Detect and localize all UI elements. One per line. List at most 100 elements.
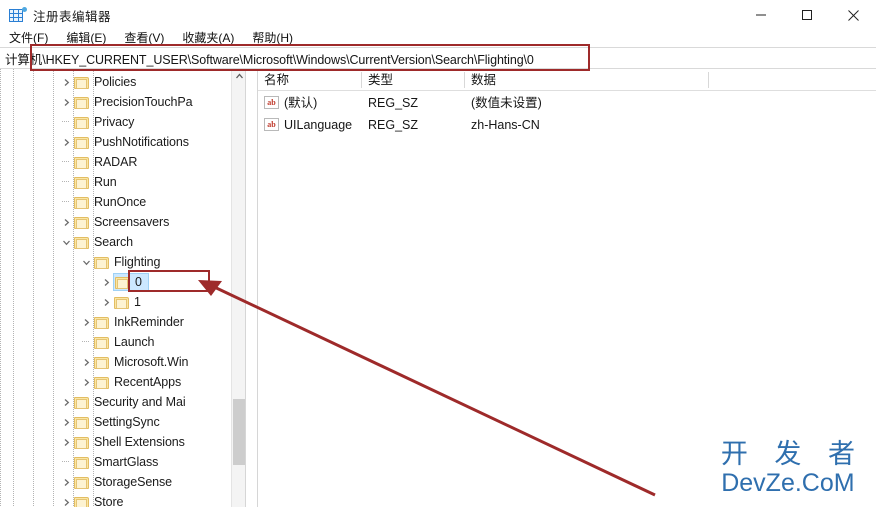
tree-item-label: Screensavers xyxy=(94,215,170,229)
tree-item-launch[interactable]: Launch xyxy=(0,332,245,352)
tree-item-content[interactable]: Launch xyxy=(94,332,155,352)
tree-item-label: RADAR xyxy=(94,155,138,169)
tree-item-shell-extensions[interactable]: Shell Extensions xyxy=(0,432,245,452)
list-column-headers: 名称 类型 数据 xyxy=(258,69,876,91)
address-bar[interactable]: 计算机\HKEY_CURRENT_USER\Software\Microsoft… xyxy=(0,47,876,69)
tree-item-run[interactable]: Run xyxy=(0,172,245,192)
tree-item-smartglass[interactable]: SmartGlass xyxy=(0,452,245,472)
chevron-right-icon[interactable] xyxy=(58,492,74,507)
value-cell-type: REG_SZ xyxy=(368,118,419,132)
tree-item-radar[interactable]: RADAR xyxy=(0,152,245,172)
minimize-button[interactable] xyxy=(738,0,784,30)
tree-item-selection[interactable]: 0 xyxy=(113,273,149,291)
tree-item-privacy[interactable]: Privacy xyxy=(0,112,245,132)
menu-item-edit[interactable]: 编辑(E) xyxy=(57,30,115,47)
tree-item-label: Search xyxy=(94,235,134,249)
tree-item-screensavers[interactable]: Screensavers xyxy=(0,212,245,232)
tree-item-policies[interactable]: Policies xyxy=(0,72,245,92)
menu-item-file[interactable]: 文件(F) xyxy=(0,30,57,47)
tree-item-content[interactable]: StorageSense xyxy=(74,472,172,492)
tree-item-store[interactable]: Store xyxy=(0,492,245,507)
column-divider[interactable] xyxy=(708,72,709,88)
close-button[interactable] xyxy=(830,0,876,30)
tree-item-label: Policies xyxy=(94,75,137,89)
tree-item-microsoft-win[interactable]: Microsoft.Win xyxy=(0,352,245,372)
value-row[interactable]: ab UILanguage REG_SZ zh-Hans-CN xyxy=(258,114,876,136)
tree-item-content[interactable]: PrecisionTouchPa xyxy=(74,92,193,112)
tree-item-content[interactable]: Shell Extensions xyxy=(74,432,185,452)
tree-item-content[interactable]: SettingSync xyxy=(74,412,160,432)
tree-item-recentapps[interactable]: RecentApps xyxy=(0,372,245,392)
chevron-right-icon[interactable] xyxy=(58,212,74,232)
tree-item-content[interactable]: Run xyxy=(74,172,117,192)
column-divider[interactable] xyxy=(464,72,465,88)
tree-item-label: Run xyxy=(94,175,117,189)
folder-icon xyxy=(74,476,89,489)
tree-item-content[interactable]: Search xyxy=(74,232,133,252)
tree-item-content[interactable]: Policies xyxy=(74,72,136,92)
chevron-right-icon[interactable] xyxy=(98,272,114,292)
tree-item-content[interactable]: Screensavers xyxy=(74,212,169,232)
tree-item-settingsync[interactable]: SettingSync xyxy=(0,412,245,432)
chevron-right-icon[interactable] xyxy=(98,292,114,312)
tree-item-storagesense[interactable]: StorageSense xyxy=(0,472,245,492)
tree-item-content[interactable]: RADAR xyxy=(74,152,137,172)
menu-item-help[interactable]: 帮助(H) xyxy=(243,30,302,47)
chevron-right-icon[interactable] xyxy=(78,352,94,372)
chevron-right-icon[interactable] xyxy=(58,92,74,112)
column-divider[interactable] xyxy=(361,72,362,88)
registry-key-tree[interactable]: Policies PrecisionTouchPa Privacy PushNotif… xyxy=(0,69,245,507)
column-header-data[interactable]: 数据 xyxy=(465,69,496,91)
tree-item-security-and-mai[interactable]: Security and Mai xyxy=(0,392,245,412)
chevron-down-icon[interactable] xyxy=(58,232,74,252)
folder-icon xyxy=(74,196,89,209)
folder-icon xyxy=(74,156,89,169)
tree-item-0[interactable]: 0 xyxy=(0,272,245,292)
value-row[interactable]: ab (默认) REG_SZ (数值未设置) xyxy=(258,92,876,114)
tree-item-search[interactable]: Search xyxy=(0,232,245,252)
menu-item-favorites[interactable]: 收藏夹(A) xyxy=(173,30,243,47)
tree-item-flighting[interactable]: Flighting xyxy=(0,252,245,272)
tree-item-label: StorageSense xyxy=(94,475,173,489)
column-header-type[interactable]: 类型 xyxy=(362,69,393,91)
tree-item-label: Privacy xyxy=(94,115,135,129)
tree-item-content[interactable]: PushNotifications xyxy=(74,132,189,152)
tree-scrollbar-thumb[interactable] xyxy=(233,399,245,465)
chevron-right-icon[interactable] xyxy=(58,72,74,92)
chevron-right-icon[interactable] xyxy=(58,132,74,152)
tree-item-runonce[interactable]: RunOnce xyxy=(0,192,245,212)
tree-item-label: InkReminder xyxy=(114,315,184,329)
tree-item-content[interactable]: Privacy xyxy=(74,112,134,132)
tree-item-precisiontouchpa[interactable]: PrecisionTouchPa xyxy=(0,92,245,112)
tree-item-content[interactable]: Flighting xyxy=(94,252,160,272)
chevron-right-icon[interactable] xyxy=(78,312,94,332)
tree-item-1[interactable]: 1 xyxy=(0,292,245,312)
chevron-right-icon[interactable] xyxy=(58,472,74,492)
tree-item-content[interactable]: Store xyxy=(74,492,123,507)
tree-item-label: PushNotifications xyxy=(94,135,189,149)
chevron-right-icon[interactable] xyxy=(58,392,74,412)
tree-scrollbar[interactable] xyxy=(231,69,245,507)
maximize-button[interactable] xyxy=(784,0,830,30)
tree-item-content[interactable]: Security and Mai xyxy=(74,392,186,412)
chevron-down-icon[interactable] xyxy=(78,252,94,272)
tree-item-label: SmartGlass xyxy=(94,455,159,469)
tree-item-content[interactable]: SmartGlass xyxy=(74,452,158,472)
chevron-right-icon[interactable] xyxy=(58,412,74,432)
chevron-right-icon[interactable] xyxy=(78,372,94,392)
tree-item-pushnotifications[interactable]: PushNotifications xyxy=(0,132,245,152)
tree-item-content[interactable]: RecentApps xyxy=(94,372,181,392)
column-header-name[interactable]: 名称 xyxy=(258,69,289,91)
chevron-right-icon[interactable] xyxy=(58,432,74,452)
tree-item-content[interactable]: RunOnce xyxy=(74,192,146,212)
tree-item-content[interactable]: InkReminder xyxy=(94,312,184,332)
address-path-text[interactable]: 计算机\HKEY_CURRENT_USER\Software\Microsoft… xyxy=(0,49,534,68)
panel-splitter[interactable] xyxy=(245,69,258,507)
tree-item-label: 0 xyxy=(135,275,142,289)
chevron-up-icon[interactable] xyxy=(232,69,245,84)
tree-item-content[interactable]: Microsoft.Win xyxy=(94,352,189,372)
tree-item-content[interactable]: 1 xyxy=(114,292,141,312)
tree-item-inkreminder[interactable]: InkReminder xyxy=(0,312,245,332)
folder-icon xyxy=(94,256,109,269)
menu-item-view[interactable]: 查看(V) xyxy=(115,30,173,47)
